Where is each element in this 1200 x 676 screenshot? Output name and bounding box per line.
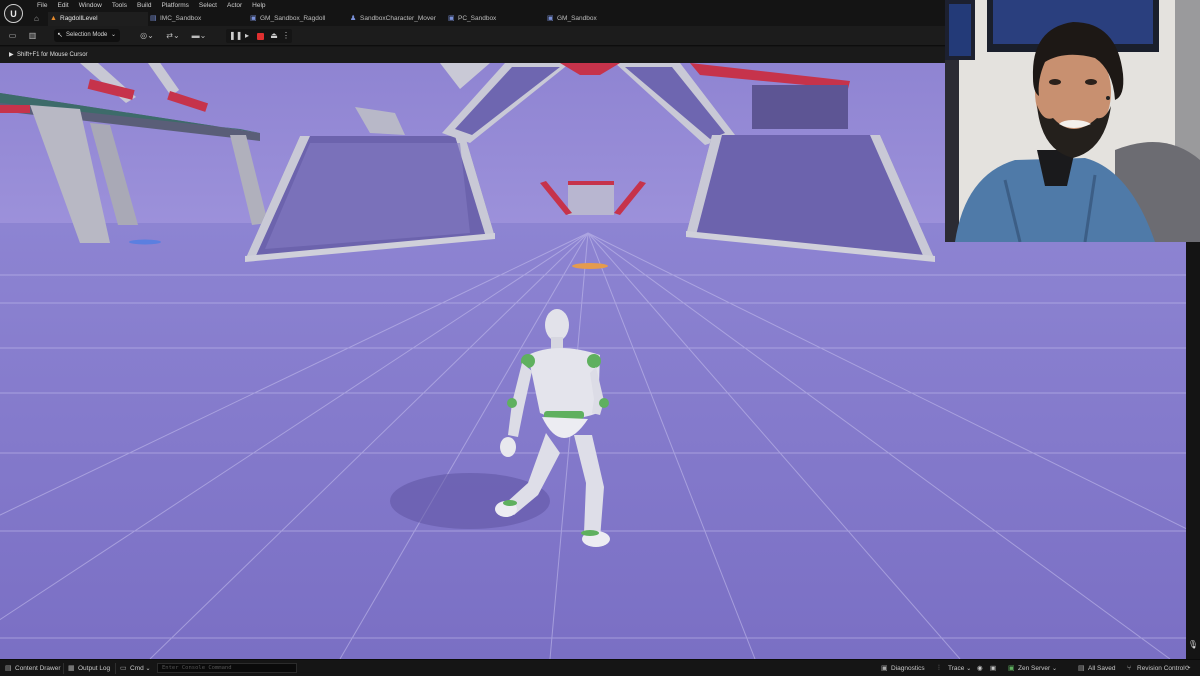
zen-server-label: Zen Server: [1018, 665, 1051, 672]
blueprints-icon[interactable]: ⇄⌄: [163, 30, 183, 41]
all-saved-label: All Saved: [1088, 665, 1116, 672]
cursor-icon: ↖: [57, 32, 63, 39]
tab-ragdoll-level[interactable]: ▲ RagdollLevel: [48, 12, 148, 26]
unreal-editor-window: U File Edit Window Tools Build Platforms…: [0, 0, 1200, 676]
refresh-icon[interactable]: ⟳: [1185, 664, 1190, 673]
revision-control-icon: ⑂: [1127, 665, 1132, 672]
tab-label: RagdollLevel: [60, 15, 98, 22]
diagnostics-label: Diagnostics: [891, 665, 925, 672]
revision-control-label: Revision Control: [1137, 665, 1185, 672]
tab-label: GM_Sandbox_Ragdoll: [260, 15, 326, 22]
chevron-down-icon: ⌄: [145, 666, 151, 672]
output-log-label: Output Log: [78, 665, 111, 672]
separator: [115, 663, 116, 674]
console-placeholder: Enter Console Command: [162, 665, 232, 671]
trace-icon: ⫶: [938, 665, 940, 672]
menu-file[interactable]: File: [32, 1, 52, 11]
tab-pc-sandbox[interactable]: ▣ PC_Sandbox: [446, 12, 545, 26]
revision-control-button[interactable]: ⑂ Revision Control: [1127, 664, 1185, 673]
menu-platforms[interactable]: Platforms: [156, 1, 193, 11]
cmd-label: Cmd: [130, 665, 144, 672]
menu-window[interactable]: Window: [74, 1, 107, 11]
menu-select[interactable]: Select: [194, 1, 222, 11]
content-drawer-button[interactable]: ▤ Content Drawer: [5, 664, 61, 673]
menu-actor[interactable]: Actor: [222, 1, 247, 11]
main-toolbar: ▭ ▥ ↖ Selection Mode ⌄ ◎⌄ ⇄⌄ ▬⌄ ❚❚ ▸ ⏏ ⋮: [0, 26, 945, 46]
title-bar: U File Edit Window Tools Build Platforms…: [0, 0, 945, 26]
zen-server-icon: ▣: [1008, 665, 1015, 672]
menu-tools[interactable]: Tools: [107, 1, 132, 11]
add-actor-icon[interactable]: ◎⌄: [138, 30, 156, 41]
level-icon: ▲: [50, 15, 57, 22]
hint-label: Shift+F1 for Mouse Cursor: [17, 52, 88, 58]
blueprint-icon: ▣: [448, 15, 455, 22]
webcam-presenter-image: [945, 0, 1200, 242]
tab-label: IMC_Sandbox: [160, 15, 202, 22]
separator: [63, 663, 64, 674]
frame-skip-icon[interactable]: ▸: [242, 31, 252, 41]
tab-gm-sandbox[interactable]: ▣ GM_Sandbox: [545, 12, 635, 26]
screenshot-icon[interactable]: ▣: [990, 664, 996, 673]
drawer-icon: ▤: [5, 665, 12, 672]
content-browser-icon[interactable]: ▥: [27, 30, 38, 41]
diagnostics-icon: ▣: [881, 665, 888, 672]
cmd-dropdown[interactable]: ▭ Cmd ⌄: [120, 664, 151, 674]
menu-help[interactable]: Help: [247, 1, 270, 11]
spawn-marker: [572, 263, 608, 269]
tab-label: PC_Sandbox: [458, 15, 497, 22]
unreal-logo-icon[interactable]: U: [4, 4, 23, 23]
diagnostics-button[interactable]: ▣ Diagnostics: [881, 664, 925, 673]
cinematics-icon[interactable]: ▬⌄: [189, 30, 209, 41]
blueprint-icon: ▣: [547, 15, 554, 22]
document-tabs: ▲ RagdollLevel ▤ IMC_Sandbox ▣ GM_Sandbo…: [30, 12, 635, 26]
play-controls: ❚❚ ▸ ⏏ ⋮: [226, 29, 292, 43]
save-icon[interactable]: ▭: [7, 30, 18, 41]
menu-build[interactable]: Build: [132, 1, 156, 11]
blueprint-icon: ▣: [250, 15, 257, 22]
trace-dropdown[interactable]: ⫶ Trace ⌄: [938, 664, 971, 674]
menu-bar: File Edit Window Tools Build Platforms S…: [32, 1, 271, 11]
record-icon[interactable]: ◉: [977, 664, 983, 673]
save-all-icon: ▤: [1078, 665, 1085, 672]
play-icon: ▶: [9, 52, 14, 58]
trace-label: Trace: [948, 665, 965, 672]
microphone-icon[interactable]: 🎙: [1186, 640, 1200, 650]
menu-edit[interactable]: Edit: [52, 1, 73, 11]
tab-imc-sandbox[interactable]: ▤ IMC_Sandbox: [148, 12, 248, 26]
chevron-down-icon: ⌄: [110, 32, 116, 38]
console-command-input[interactable]: Enter Console Command: [157, 663, 297, 673]
tab-gm-sandbox-ragdoll[interactable]: ▣ GM_Sandbox_Ragdoll: [248, 12, 348, 26]
all-saved-button[interactable]: ▤ All Saved: [1078, 664, 1115, 673]
content-drawer-label: Content Drawer: [15, 665, 61, 672]
pause-icon[interactable]: ❚❚: [229, 31, 242, 41]
terminal-icon: ▭: [120, 665, 127, 672]
log-icon: ▦: [68, 665, 75, 672]
stop-icon[interactable]: [257, 33, 264, 40]
chevron-down-icon: ⌄: [1051, 666, 1057, 672]
tab-sandbox-character-mover[interactable]: ♟ SandboxCharacter_Mover: [348, 12, 446, 26]
selection-mode-dropdown[interactable]: ↖ Selection Mode ⌄: [54, 29, 120, 42]
status-bar: ▤ Content Drawer ▦ Output Log ▭ Cmd ⌄ En…: [0, 659, 1200, 676]
output-log-button[interactable]: ▦ Output Log: [68, 664, 110, 673]
mouse-cursor-hint: ▶ Shift+F1 for Mouse Cursor: [9, 50, 88, 60]
more-options-icon[interactable]: ⋮: [281, 31, 291, 41]
selection-mode-label: Selection Mode: [66, 32, 108, 38]
zen-server-dropdown[interactable]: ▣ Zen Server ⌄: [1008, 664, 1057, 674]
input-mapping-icon: ▤: [150, 15, 157, 22]
tab-label: SandboxCharacter_Mover: [360, 15, 436, 22]
eject-icon[interactable]: ⏏: [269, 31, 279, 41]
tab-label: GM_Sandbox: [557, 15, 597, 22]
webcam-overlay: [945, 0, 1200, 242]
chevron-down-icon: ⌄: [966, 666, 972, 672]
character-icon: ♟: [350, 15, 357, 22]
